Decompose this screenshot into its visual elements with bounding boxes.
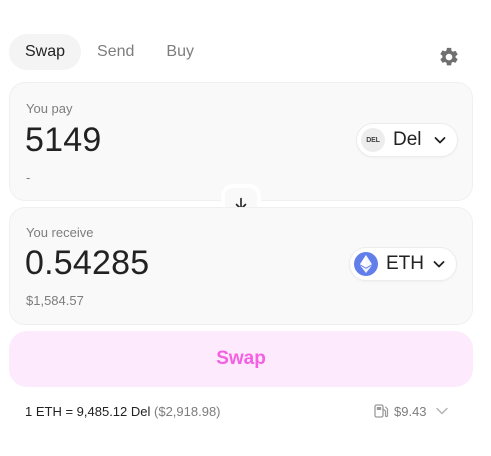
receive-token-selector[interactable]: ETH	[349, 247, 457, 281]
gas-fee-value: $9.43	[394, 403, 427, 419]
pay-amount-input[interactable]: 5149	[25, 121, 101, 160]
receive-fiat-value: $1,584.57	[26, 293, 84, 308]
receive-panel: You receive 0.54285 $1,584.57 ETH	[9, 207, 473, 325]
tab-send[interactable]: Send	[81, 34, 150, 70]
exchange-rate-usd: ($2,918.98)	[154, 404, 221, 419]
settings-gear-icon[interactable]	[438, 46, 460, 68]
receive-label: You receive	[26, 225, 94, 240]
gas-pump-icon	[374, 404, 389, 418]
swap-tabs: Swap Send Buy	[9, 34, 210, 70]
swap-button[interactable]: Swap	[9, 331, 473, 387]
exchange-rate-text: 1 ETH = 9,485.12 Del	[25, 404, 151, 419]
gas-fee-toggle[interactable]: $9.43	[373, 403, 449, 419]
receive-amount-input[interactable]: 0.54285	[25, 244, 149, 283]
del-token-icon: DEL	[361, 128, 385, 152]
chevron-down-icon	[433, 261, 445, 268]
pay-token-selector[interactable]: DEL Del	[356, 123, 458, 157]
tab-swap[interactable]: Swap	[9, 34, 82, 70]
receive-token-symbol: ETH	[386, 253, 424, 274]
pay-fiat-value: -	[26, 170, 31, 185]
del-token-logo-text: DEL	[366, 136, 380, 144]
pay-label: You pay	[26, 101, 73, 116]
exchange-rate[interactable]: 1 ETH = 9,485.12 Del ($2,918.98)	[25, 404, 221, 419]
chevron-down-icon	[434, 137, 446, 144]
tab-buy[interactable]: Buy	[150, 34, 210, 70]
eth-token-icon	[354, 252, 378, 276]
pay-token-symbol: Del	[393, 129, 422, 150]
chevron-down-icon	[435, 407, 448, 415]
